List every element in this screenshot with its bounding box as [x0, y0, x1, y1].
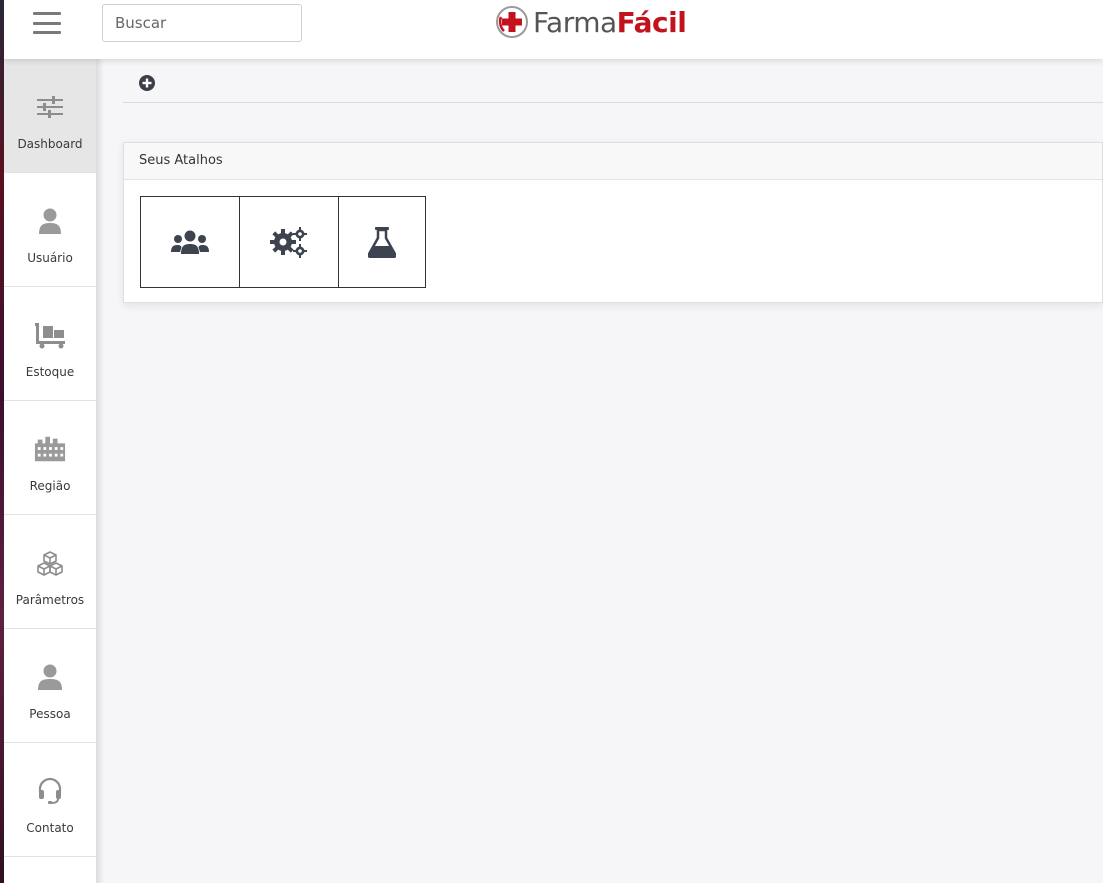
card-title: Seus Atalhos — [124, 143, 1102, 180]
sidebar: Dashboard Usuário Estoque Região Parâmet… — [4, 59, 96, 883]
sidebar-item-usuario[interactable]: Usuário — [4, 173, 96, 287]
sidebar-item-label: Pessoa — [29, 707, 71, 721]
shortcut-lab-button[interactable] — [338, 196, 426, 288]
shortcuts-card: Seus Atalhos — [123, 142, 1103, 303]
user-icon — [34, 661, 66, 693]
sidebar-shadow — [96, 59, 104, 883]
sidebar-item-label: Região — [29, 479, 71, 493]
logo-text-facil: Fácil — [616, 5, 687, 39]
sidebar-item-label: Contato — [26, 821, 74, 835]
search-input[interactable] — [102, 4, 302, 42]
sidebar-item-regiao[interactable]: Região — [4, 401, 96, 515]
cubes-icon — [34, 547, 66, 579]
flask-icon — [368, 227, 396, 258]
logo-text-farma: Farma — [533, 5, 617, 39]
sidebar-item-label: Parâmetros — [15, 593, 85, 607]
users-icon — [171, 230, 209, 254]
user-icon — [34, 205, 66, 237]
shortcuts-list — [140, 196, 426, 288]
sidebar-item-contato[interactable]: Contato — [4, 743, 96, 857]
plus-circle-icon[interactable] — [138, 74, 156, 92]
cogs-icon — [270, 227, 307, 258]
sidebar-item-pessoa[interactable]: Pessoa — [4, 629, 96, 743]
headset-icon — [34, 775, 66, 807]
sliders-icon — [34, 91, 66, 123]
sidebar-item-label: Estoque — [25, 365, 75, 379]
logo-cross-icon — [496, 6, 528, 38]
sidebar-item-dashboard[interactable]: Dashboard — [4, 59, 96, 173]
farmafacil-logo: Farma Fácil — [495, 2, 687, 42]
hamburger-menu-icon[interactable] — [32, 10, 62, 36]
sidebar-item-parametros[interactable]: Parâmetros — [4, 515, 96, 629]
shortcut-settings-button[interactable] — [239, 196, 339, 288]
sidebar-item-estoque[interactable]: Estoque — [4, 287, 96, 401]
industry-icon — [34, 433, 66, 465]
dolly-icon — [34, 319, 66, 351]
sidebar-item-label: Usuário — [27, 251, 73, 265]
shortcut-users-button[interactable] — [140, 196, 240, 288]
sidebar-item-label: Dashboard — [17, 137, 83, 151]
top-header: FarmaFácil — [4, 0, 1103, 59]
content-toolbar — [123, 64, 1103, 103]
